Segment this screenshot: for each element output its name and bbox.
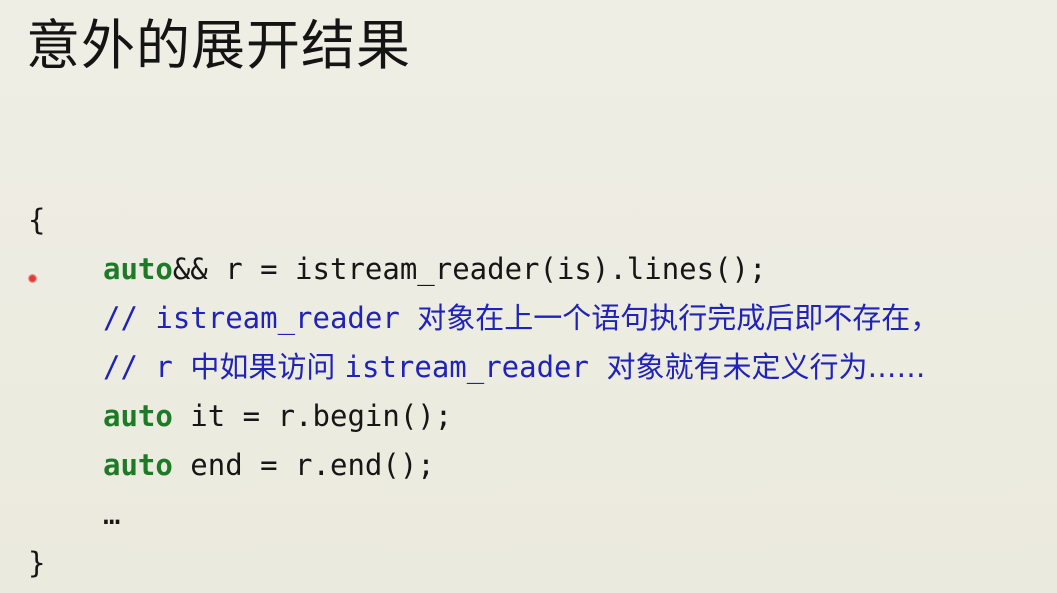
comment-cjk-text: 中如果访问	[190, 350, 345, 384]
code-text: it = r.begin();	[172, 399, 453, 433]
code-text: && r = istream_reader(is).lines();	[172, 252, 767, 286]
code-block: { auto&& r = istream_reader(is).lines();…	[28, 196, 1057, 588]
code-line-4: auto it = r.begin();	[28, 392, 1057, 441]
slide: 意外的展开结果 { auto&& r = istream_reader(is).…	[0, 0, 1057, 593]
keyword-auto: auto	[103, 448, 173, 482]
keyword-auto: auto	[103, 252, 173, 286]
comment-prefix: // r	[103, 350, 191, 384]
code-line-close-brace: }	[28, 546, 46, 580]
code-comment-2: // r 中如果访问 istream_reader 对象就有未定义行为……	[28, 343, 1057, 392]
keyword-auto: auto	[103, 399, 173, 433]
slide-title: 意外的展开结果	[26, 14, 411, 77]
code-comment-1: // istream_reader 对象在上一个语句执行完成后即不存在，	[28, 294, 1057, 343]
code-line-5: auto end = r.end();	[28, 441, 1057, 490]
comment-identifier: istream_reader	[344, 350, 607, 384]
comment-prefix: // istream_reader	[103, 301, 418, 335]
comment-cjk-text: 对象就有未定义行为……	[606, 350, 926, 384]
comment-cjk-text: 对象在上一个语句执行完成后即不存在，	[417, 301, 940, 335]
code-line-1: auto&& r = istream_reader(is).lines();	[28, 245, 1057, 294]
code-line-ellipsis: …	[103, 497, 121, 531]
code-text: end = r.end();	[172, 448, 435, 482]
code-line-open-brace: {	[28, 203, 46, 237]
